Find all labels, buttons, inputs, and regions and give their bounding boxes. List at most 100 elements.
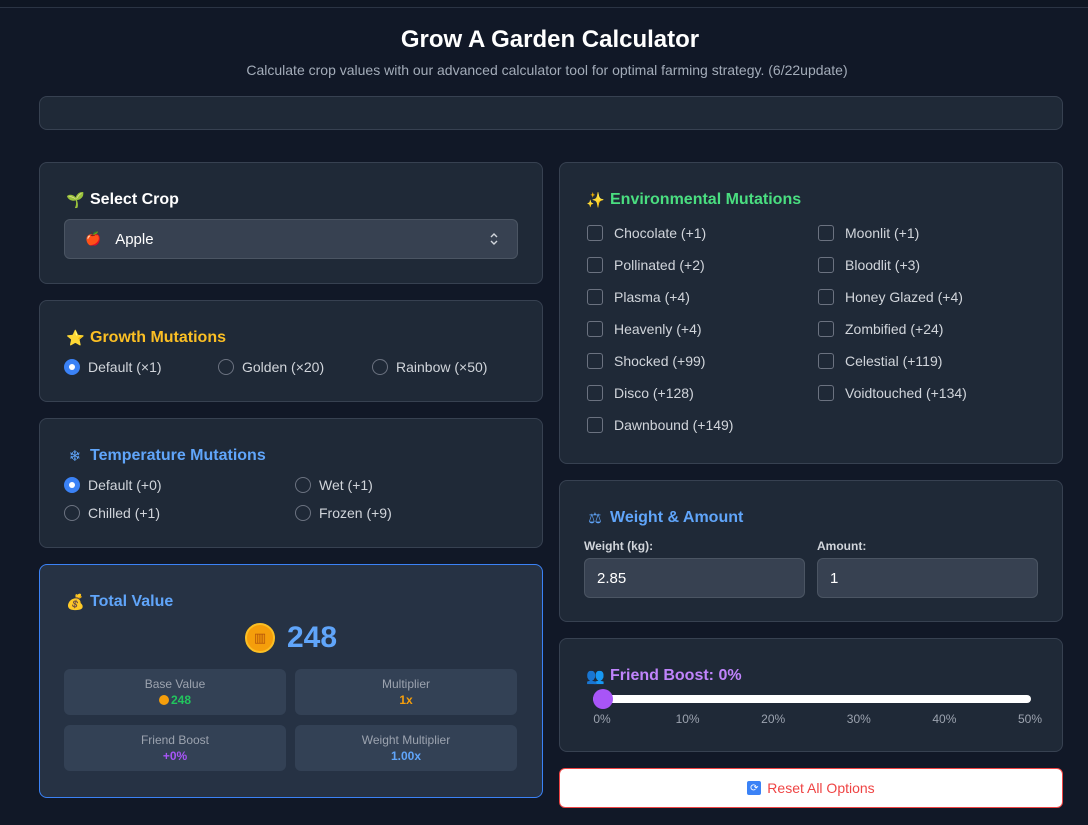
environmental-option[interactable]: Chocolate (+1) (587, 225, 706, 241)
checkbox[interactable] (587, 385, 603, 401)
checkbox-label: Heavenly (+4) (614, 321, 702, 337)
temperature-title: Temperature Mutations (90, 447, 266, 464)
environmental-title: Environmental Mutations (610, 191, 802, 208)
radio-button[interactable] (218, 359, 234, 375)
temperature-heading: ❄ Temperature Mutations (66, 447, 266, 465)
checkbox-label: Zombified (+24) (845, 321, 944, 337)
environmental-option[interactable]: Shocked (+99) (587, 353, 705, 369)
radio-label: Default (×1) (88, 359, 162, 375)
environmental-option[interactable]: Plasma (+4) (587, 289, 690, 305)
checkbox-label: Bloodlit (+3) (845, 257, 921, 273)
stat-label: Multiplier (381, 677, 430, 691)
checkbox[interactable] (818, 385, 834, 401)
total-value: 248 (286, 621, 338, 654)
checkbox[interactable] (818, 321, 834, 337)
slider-tick-label: 20% (761, 712, 786, 726)
growth-option-default[interactable]: Default (×1) (64, 359, 162, 375)
slider-tick-label: 40% (932, 712, 957, 726)
environmental-option[interactable]: Pollinated (+2) (587, 257, 705, 273)
checkbox[interactable] (818, 353, 834, 369)
stat-multiplier: Multiplier 1x (295, 669, 517, 715)
checkbox[interactable] (587, 353, 603, 369)
environmental-option[interactable]: Honey Glazed (+4) (818, 289, 963, 305)
snowflake-icon: ❄ (68, 448, 82, 465)
stat-value: 248 (64, 693, 286, 707)
growth-title: Growth Mutations (90, 329, 226, 346)
environmental-option[interactable]: Moonlit (+1) (818, 225, 919, 241)
radio-button[interactable] (64, 477, 80, 493)
total-value-display: ▥ 248 (40, 621, 542, 655)
page-title: Grow A Garden Calculator (400, 26, 700, 53)
radio-button[interactable] (64, 359, 80, 375)
radio-button[interactable] (295, 505, 311, 521)
sparkles-icon: ✨ (586, 192, 605, 209)
banner-bar (39, 96, 1063, 130)
select-crop-title: Select Crop (90, 191, 179, 208)
growth-option-golden[interactable]: Golden (×20) (218, 359, 324, 375)
environmental-option[interactable]: Heavenly (+4) (587, 321, 702, 337)
checkbox-label: Celestial (+119) (845, 353, 943, 369)
temperature-option-default[interactable]: Default (+0) (64, 477, 162, 493)
reset-all-button[interactable]: ⟳ Reset All Options (559, 768, 1063, 808)
seedling-icon: 🌱 (66, 192, 85, 209)
checkbox[interactable] (818, 289, 834, 305)
environmental-heading: ✨ Environmental Mutations (586, 191, 801, 209)
environmental-mutations-card: ✨ Environmental Mutations Chocolate (+1)… (559, 162, 1063, 464)
amount-label: Amount: (817, 539, 867, 553)
checkbox-label: Dawnbound (+149) (614, 417, 734, 433)
stat-value: +0% (162, 749, 188, 763)
radio-button[interactable] (64, 505, 80, 521)
top-border (0, 0, 1088, 8)
star-icon: ⭐ (66, 330, 85, 347)
checkbox[interactable] (587, 321, 603, 337)
crop-select[interactable]: 🍎 Apple (64, 219, 518, 259)
environmental-option[interactable]: Celestial (+119) (818, 353, 942, 369)
radio-button[interactable] (295, 477, 311, 493)
radio-button[interactable] (372, 359, 388, 375)
amount-input[interactable] (817, 558, 1038, 598)
total-heading: 💰 Total Value (66, 593, 173, 611)
radio-label: Golden (×20) (242, 359, 325, 375)
slider-tick-label: 30% (846, 712, 871, 726)
weight-label: Weight (kg): (584, 539, 654, 553)
checkbox-label: Moonlit (+1) (845, 225, 920, 241)
apple-icon: 🍎 (85, 231, 102, 246)
temperature-option-wet[interactable]: Wet (+1) (295, 477, 373, 493)
radio-label: Chilled (+1) (88, 505, 160, 521)
money-bag-icon: 💰 (66, 594, 85, 611)
radio-label: Default (+0) (88, 477, 162, 493)
checkbox[interactable] (818, 257, 834, 273)
friend-boost-slider[interactable] (593, 689, 1031, 709)
checkbox-label: Honey Glazed (+4) (845, 289, 963, 305)
environmental-option[interactable]: Zombified (+24) (818, 321, 943, 337)
checkbox[interactable] (587, 257, 603, 273)
stat-value: 1x (399, 693, 413, 707)
environmental-option[interactable]: Dawnbound (+149) (587, 417, 733, 433)
checkbox[interactable] (818, 225, 834, 241)
radio-label: Wet (+1) (319, 477, 373, 493)
select-crop-heading: 🌱 Select Crop (66, 191, 179, 209)
slider-thumb[interactable] (593, 689, 613, 709)
environmental-option[interactable]: Disco (+128) (587, 385, 694, 401)
checkbox-label: Plasma (+4) (614, 289, 690, 305)
checkbox-label: Chocolate (+1) (614, 225, 707, 241)
weight-heading: ⚖ Weight & Amount (586, 509, 743, 527)
weight-amount-card: ⚖ Weight & Amount Weight (kg): Amount: (559, 480, 1063, 622)
checkbox[interactable] (587, 417, 603, 433)
temperature-option-chilled[interactable]: Chilled (+1) (64, 505, 160, 521)
environmental-option[interactable]: Bloodlit (+3) (818, 257, 920, 273)
total-value-card: 💰 Total Value ▥ 248 Base Value 248 Multi… (39, 564, 543, 798)
people-icon: 👥 (586, 668, 605, 685)
growth-option-rainbow[interactable]: Rainbow (×50) (372, 359, 487, 375)
temperature-option-frozen[interactable]: Frozen (+9) (295, 505, 392, 521)
weight-input[interactable] (584, 558, 805, 598)
stat-label: Base Value (144, 677, 206, 691)
friend-boost-card: 👥 Friend Boost: 0% 0% 10% 20% 30% 40% 50% (559, 638, 1063, 752)
checkbox-label: Voidtouched (+134) (845, 385, 967, 401)
checkbox-label: Shocked (+99) (614, 353, 706, 369)
environmental-option[interactable]: Voidtouched (+134) (818, 385, 967, 401)
select-crop-card: 🌱 Select Crop 🍎 Apple (39, 162, 543, 284)
stat-base-value: Base Value 248 (64, 669, 286, 715)
checkbox[interactable] (587, 289, 603, 305)
checkbox[interactable] (587, 225, 603, 241)
